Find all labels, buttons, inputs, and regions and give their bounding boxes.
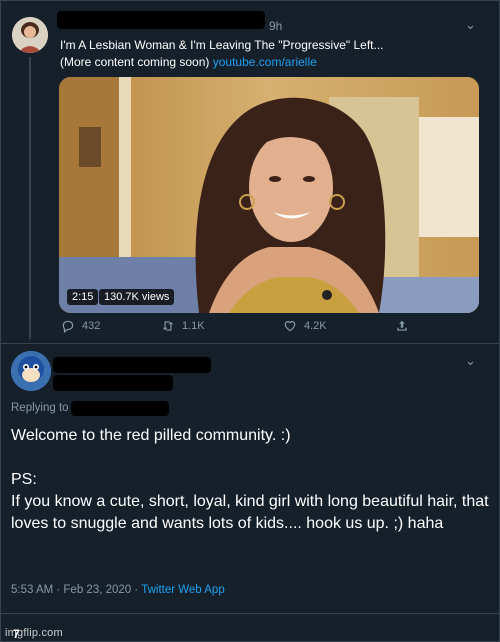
redacted-handle	[53, 375, 173, 391]
reply-blank-line	[11, 447, 491, 469]
screenshot-frame: 9h ⌄ I'm A Lesbian Woman & I'm Leaving T…	[0, 0, 500, 642]
replying-to: Replying to	[11, 402, 69, 414]
tweet-subtitle: (More content coming soon)	[60, 55, 210, 69]
video-still	[59, 77, 479, 313]
like-count: 4.2K	[304, 320, 327, 332]
reply-text: Welcome to the red pilled community. :) …	[11, 425, 491, 535]
tweet-title: I'm A Lesbian Woman & I'm Leaving The "P…	[60, 38, 384, 52]
metadata-divider	[1, 613, 499, 614]
reply-count: 432	[82, 320, 101, 332]
tweet-subtitle-line: (More content coming soon) youtube.com/a…	[60, 54, 383, 71]
video-views: 130.7K views	[99, 289, 175, 305]
watermark: imgflip.com	[5, 627, 63, 639]
reply-line: Welcome to the red pilled community. :)	[11, 427, 291, 444]
tweet-text: I'm A Lesbian Woman & I'm Leaving The "P…	[60, 37, 383, 71]
chevron-down-icon[interactable]: ⌄	[465, 17, 476, 33]
reply-avatar[interactable]	[11, 351, 51, 391]
video-thumbnail[interactable]: 2:15 130.7K views	[59, 77, 479, 313]
redacted-display-name	[53, 357, 211, 373]
reply-metadata: 5:53 AM · Feb 23, 2020 · Twitter Web App	[11, 584, 225, 596]
video-duration: 2:15	[67, 289, 99, 305]
tweet-time: 9h	[269, 19, 283, 33]
reply-line: PS:	[11, 471, 37, 488]
reply-client[interactable]: Twitter Web App	[141, 584, 225, 596]
retweet-count: 1.1K	[182, 320, 205, 332]
avatar[interactable]	[12, 17, 48, 53]
reply-line: If you know a cute, short, loyal, kind g…	[11, 493, 489, 532]
heart-icon	[284, 321, 296, 332]
reply-chevron-down-icon[interactable]: ⌄	[465, 353, 476, 369]
tweet-link[interactable]: youtube.com/arielle	[213, 55, 317, 69]
reply-icon	[62, 320, 74, 333]
share-action[interactable]	[395, 319, 409, 333]
thread-line	[29, 57, 31, 339]
tweet-divider	[1, 343, 499, 344]
retweet-icon	[162, 321, 174, 331]
redacted-username	[57, 11, 265, 29]
redacted-replying-handle	[71, 401, 169, 416]
like-action[interactable]: 4.2K	[283, 319, 327, 333]
reply-timestamp[interactable]: 5:53 AM · Feb 23, 2020 ·	[11, 584, 141, 596]
reply-action[interactable]: 432	[61, 319, 100, 333]
tweet-actions: 432 1.1K 4.2K	[61, 319, 421, 335]
share-icon	[397, 320, 407, 331]
retweet-action[interactable]: 1.1K	[161, 319, 205, 333]
